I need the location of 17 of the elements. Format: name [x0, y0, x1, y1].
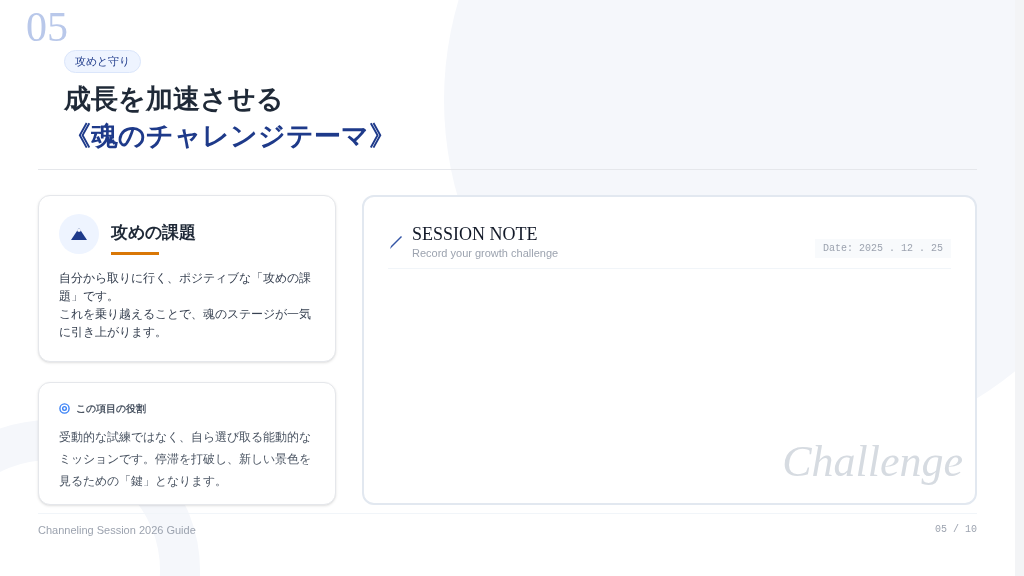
note-title: SESSION NOTE: [412, 223, 539, 246]
role-text: 受動的な試練ではなく、自ら選び取る能動的なミッションです。停滞を打破し、新しい景色を見るための「鍵」となります。: [59, 428, 312, 490]
note-subtitle: Record your growth challenge: [412, 246, 559, 262]
card-text: 自分から取りに行く、ポジティブな「攻めの課題」です。: [59, 270, 312, 304]
slide-title: 成長を加速させる: [64, 82, 284, 116]
section-number: 05: [26, 6, 68, 48]
section-tag: 攻めと守り: [64, 50, 141, 73]
accent-underline: [111, 251, 159, 255]
date-label: Date: 2025 . 12 . 25: [814, 238, 951, 258]
card-text: これを乗り越えることで、魂のステージが一気に引き上がります。: [59, 306, 312, 340]
slide-subtitle: 《魂のチャレンジテーマ》: [64, 119, 396, 153]
card-title: 攻めの課題: [111, 222, 196, 245]
mountain-icon: [59, 214, 99, 255]
target-icon: [59, 402, 70, 414]
role-heading: この項目の役割: [76, 401, 146, 416]
footer-title: Channeling Session 2026 Guide: [38, 522, 196, 538]
page-number: 05 / 10: [935, 522, 977, 537]
